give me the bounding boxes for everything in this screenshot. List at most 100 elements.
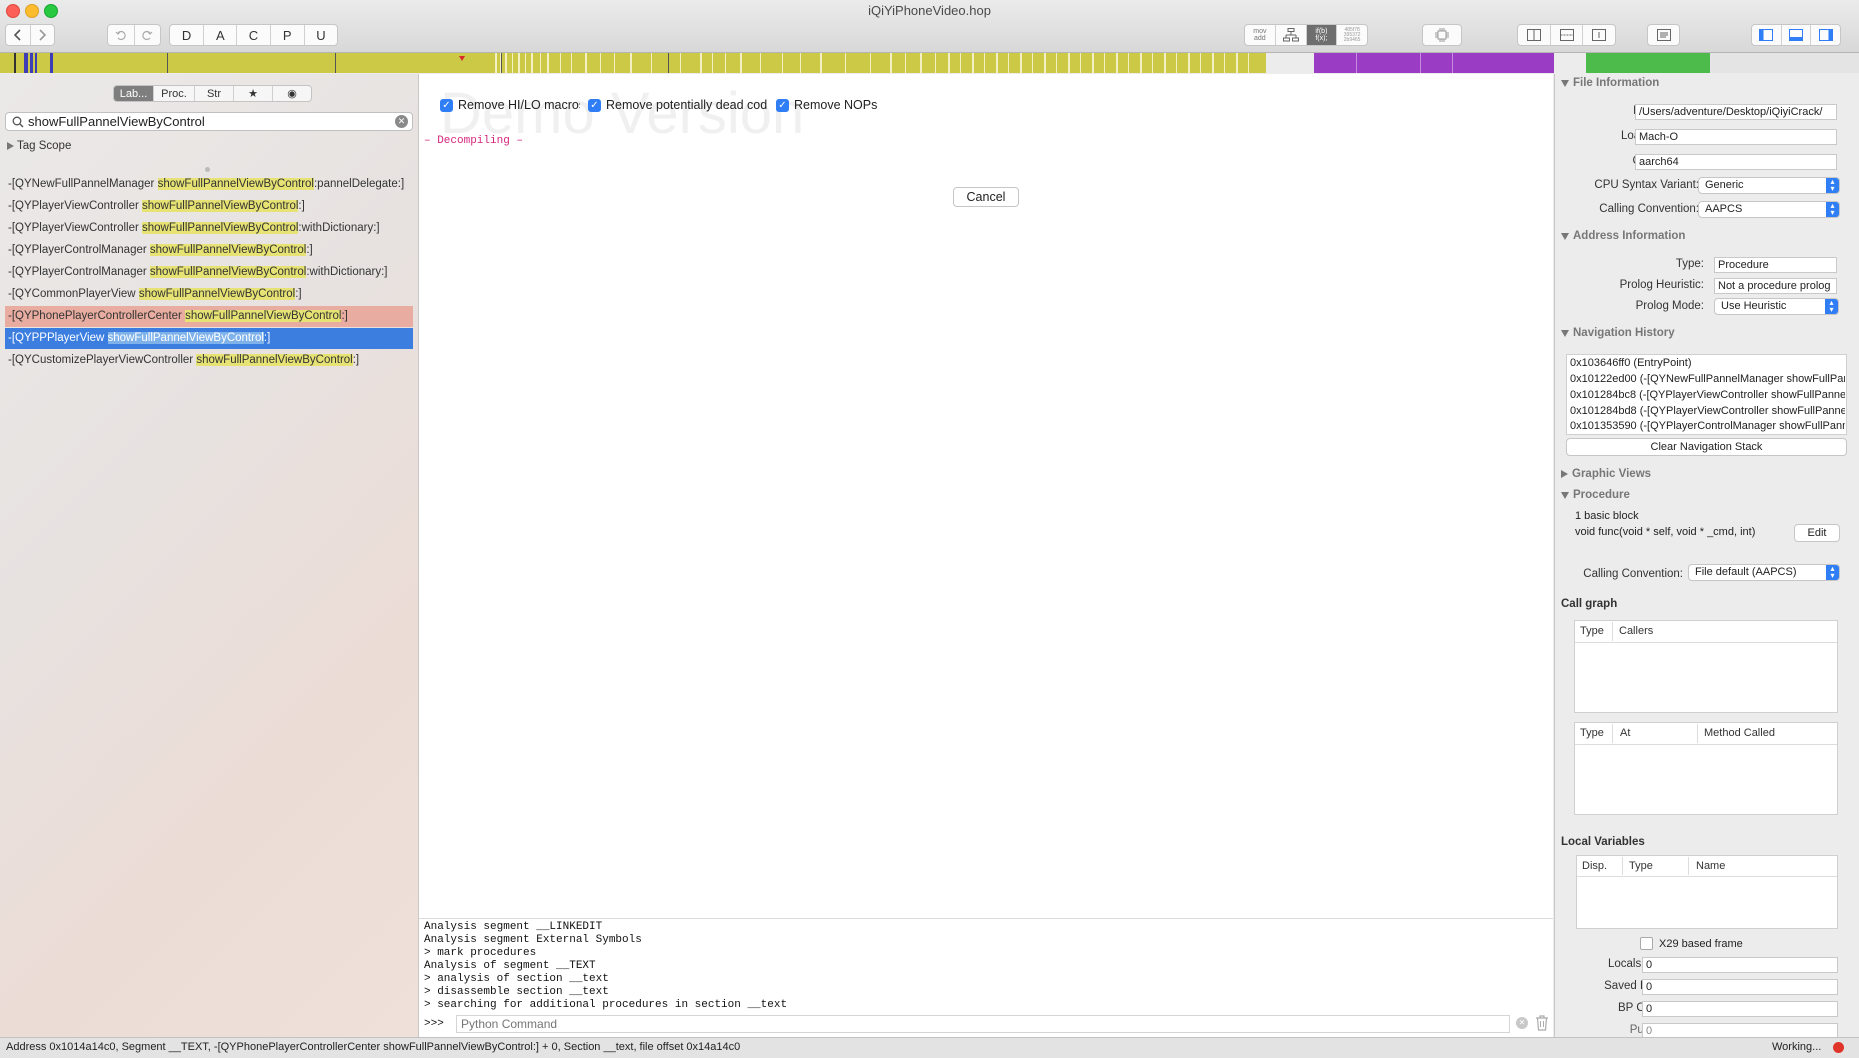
chevron-right-icon[interactable] — [31, 25, 54, 45]
locals-size-field[interactable]: 0 — [1642, 957, 1838, 973]
clear-search-icon[interactable]: ✕ — [395, 115, 408, 128]
option-remove-nops[interactable]: ✓ Remove NOPs — [776, 98, 877, 112]
popup-arrows-icon: ▴ ▾ — [1826, 565, 1839, 580]
checkbox-checked-icon[interactable]: ✓ — [440, 98, 453, 112]
search-result-item[interactable]: -[QYPlayerViewController showFullPannelV… — [5, 196, 413, 217]
search-result-item-selected[interactable]: -[QYPPPlayerView showFullPannelViewByCon… — [5, 328, 413, 349]
data-type-button[interactable]: D — [170, 25, 205, 45]
file-info-header[interactable]: File Information — [1561, 77, 1659, 89]
undefined-type-button[interactable]: U — [305, 25, 337, 45]
procedure-type-button[interactable]: P — [271, 25, 305, 45]
section-title: Address Information — [1573, 230, 1686, 242]
option-remove-hilo[interactable]: ✓ Remove HI/LO macros — [440, 98, 580, 112]
procedure-calling-convention-select[interactable]: File default (AAPCS) ▴ ▾ — [1688, 564, 1840, 581]
disclosure-closed-icon — [1561, 470, 1568, 478]
checkbox-checked-icon[interactable]: ✓ — [776, 98, 789, 112]
left-panel-toggle-icon[interactable] — [1752, 25, 1782, 45]
column-header[interactable]: At — [1620, 727, 1630, 739]
cancel-button[interactable]: Cancel — [953, 187, 1019, 207]
cpu-field[interactable]: aarch64 — [1635, 154, 1837, 170]
hex-icon[interactable]: 485f78 395372 2b9465 — [1337, 25, 1367, 45]
path-field[interactable]: /Users/adventure/Desktop/iQiyiCrack/ — [1635, 104, 1837, 120]
nav-history-item[interactable]: 0x101284bd8 (-[QYPlayerViewController sh… — [1570, 405, 1845, 417]
graphic-views-header[interactable]: Graphic Views — [1561, 468, 1651, 480]
status-bar: Address 0x1014a14c0, Segment __TEXT, -[Q… — [0, 1037, 1859, 1058]
label-search-field[interactable]: ✕ — [5, 112, 413, 131]
search-result-item[interactable]: -[QYCustomizePlayerViewController showFu… — [5, 350, 413, 371]
clear-navigation-stack-button[interactable]: Clear Navigation Stack — [1566, 438, 1847, 456]
undo-icon[interactable] — [108, 25, 135, 45]
column-header[interactable]: Type — [1580, 625, 1604, 637]
pseudocode-view-button[interactable]: if(b) f(x); — [1306, 25, 1338, 45]
trash-icon[interactable] — [1535, 1015, 1549, 1031]
tab-labels[interactable]: Lab... — [114, 86, 154, 101]
calling-convention-select[interactable]: AAPCS ▴ ▾ — [1698, 201, 1840, 218]
nav-history-item[interactable]: 0x103646ff0 (EntryPoint) — [1570, 357, 1845, 369]
chip-icon[interactable] — [1423, 25, 1461, 45]
tab-procedures[interactable]: Proc. — [154, 86, 195, 101]
purged-field[interactable]: 0 — [1642, 1023, 1838, 1037]
option-label: Remove HI/LO macros — [458, 98, 580, 112]
column-header[interactable]: Method Called — [1704, 727, 1775, 739]
tab-strings[interactable]: Str — [195, 86, 234, 101]
loader-field[interactable]: Mach-O — [1635, 129, 1837, 145]
split-handle-icon[interactable] — [205, 167, 210, 172]
python-prompt: >>> — [424, 1018, 444, 1030]
column-header[interactable]: Type — [1580, 727, 1604, 739]
assembly-view-button[interactable]: mov add — [1245, 25, 1276, 45]
split-view-icon[interactable] — [1518, 25, 1551, 45]
column-header[interactable]: Type — [1629, 860, 1653, 872]
column-header[interactable]: Disp. — [1582, 860, 1607, 872]
chevron-left-icon[interactable] — [6, 25, 31, 45]
segment-map-bar[interactable] — [0, 53, 1859, 73]
search-result-item[interactable]: -[QYPlayerControlManager showFullPannelV… — [5, 240, 413, 261]
tab-bookmarks[interactable]: ★ — [234, 86, 273, 101]
procedure-header[interactable]: Procedure — [1561, 489, 1630, 501]
stop-activity-icon[interactable] — [1833, 1042, 1844, 1053]
nav-history-item[interactable]: 0x10122ed00 (-[QYNewFullPannelManager sh… — [1570, 373, 1845, 385]
x29-frame-checkbox[interactable]: X29 based frame — [1640, 937, 1743, 950]
search-input[interactable] — [28, 114, 388, 129]
edit-signature-button[interactable]: Edit — [1794, 524, 1840, 542]
layout-segment — [1517, 24, 1616, 46]
column-header[interactable]: Name — [1696, 860, 1725, 872]
section-title: Graphic Views — [1572, 468, 1652, 480]
dashed-view-icon[interactable] — [1551, 25, 1584, 45]
nav-history-header[interactable]: Navigation History — [1561, 327, 1675, 339]
left-sidebar: Lab... Proc. Str ★ ◉ ✕ Tag Scope -[QYNew… — [0, 74, 419, 1037]
checkbox-unchecked-icon[interactable] — [1640, 937, 1653, 950]
right-panel-toggle-icon[interactable] — [1811, 25, 1840, 45]
address-info-header[interactable]: Address Information — [1561, 230, 1685, 242]
redo-icon[interactable] — [135, 25, 160, 45]
popup-arrows-icon: ▴ ▾ — [1825, 299, 1838, 314]
undo-redo-segment — [107, 24, 161, 46]
python-command-input[interactable] — [456, 1015, 1510, 1033]
search-result-item-current[interactable]: -[QYPhonePlayerControllerCenter showFull… — [5, 306, 413, 327]
saved-regs-field[interactable]: 0 — [1642, 979, 1838, 995]
bp-offset-field[interactable]: 0 — [1642, 1001, 1838, 1017]
type-field[interactable]: Procedure — [1714, 257, 1837, 273]
option-remove-dead-code[interactable]: ✓ Remove potentially dead cod — [588, 98, 770, 112]
cpu-syntax-select[interactable]: Generic ▴ ▾ — [1698, 177, 1840, 194]
nav-history-item[interactable]: 0x101353590 (-[QYPlayerControlManager sh… — [1570, 420, 1845, 434]
select-value: Generic — [1705, 179, 1744, 191]
info-view-icon[interactable] — [1583, 25, 1615, 45]
cfg-icon[interactable] — [1276, 25, 1307, 45]
search-result-item[interactable]: -[QYNewFullPannelManager showFullPannelV… — [5, 174, 413, 195]
tag-scope-disclosure[interactable]: Tag Scope — [7, 140, 71, 152]
clear-command-icon[interactable]: ✕ — [1516, 1017, 1528, 1029]
notes-icon[interactable] — [1648, 25, 1679, 45]
search-result-item[interactable]: -[QYCommonPlayerView showFullPannelViewB… — [5, 284, 413, 305]
nav-history-item[interactable]: 0x101284bc8 (-[QYPlayerViewController sh… — [1570, 389, 1845, 401]
checkbox-checked-icon[interactable]: ✓ — [588, 98, 601, 112]
bottom-panel-toggle-icon[interactable] — [1782, 25, 1812, 45]
code-type-button[interactable]: C — [237, 25, 271, 45]
tab-tags[interactable]: ◉ — [273, 86, 311, 101]
column-divider — [1697, 724, 1698, 743]
search-result-item[interactable]: -[QYPlayerViewController showFullPannelV… — [5, 218, 413, 239]
prolog-mode-select[interactable]: Use Heuristic ▴ ▾ — [1714, 298, 1839, 315]
prolog-heuristic-field[interactable]: Not a procedure prolog — [1714, 278, 1837, 294]
ascii-type-button[interactable]: A — [204, 25, 238, 45]
search-result-item[interactable]: -[QYPlayerControlManager showFullPannelV… — [5, 262, 413, 283]
column-header[interactable]: Callers — [1619, 625, 1653, 637]
